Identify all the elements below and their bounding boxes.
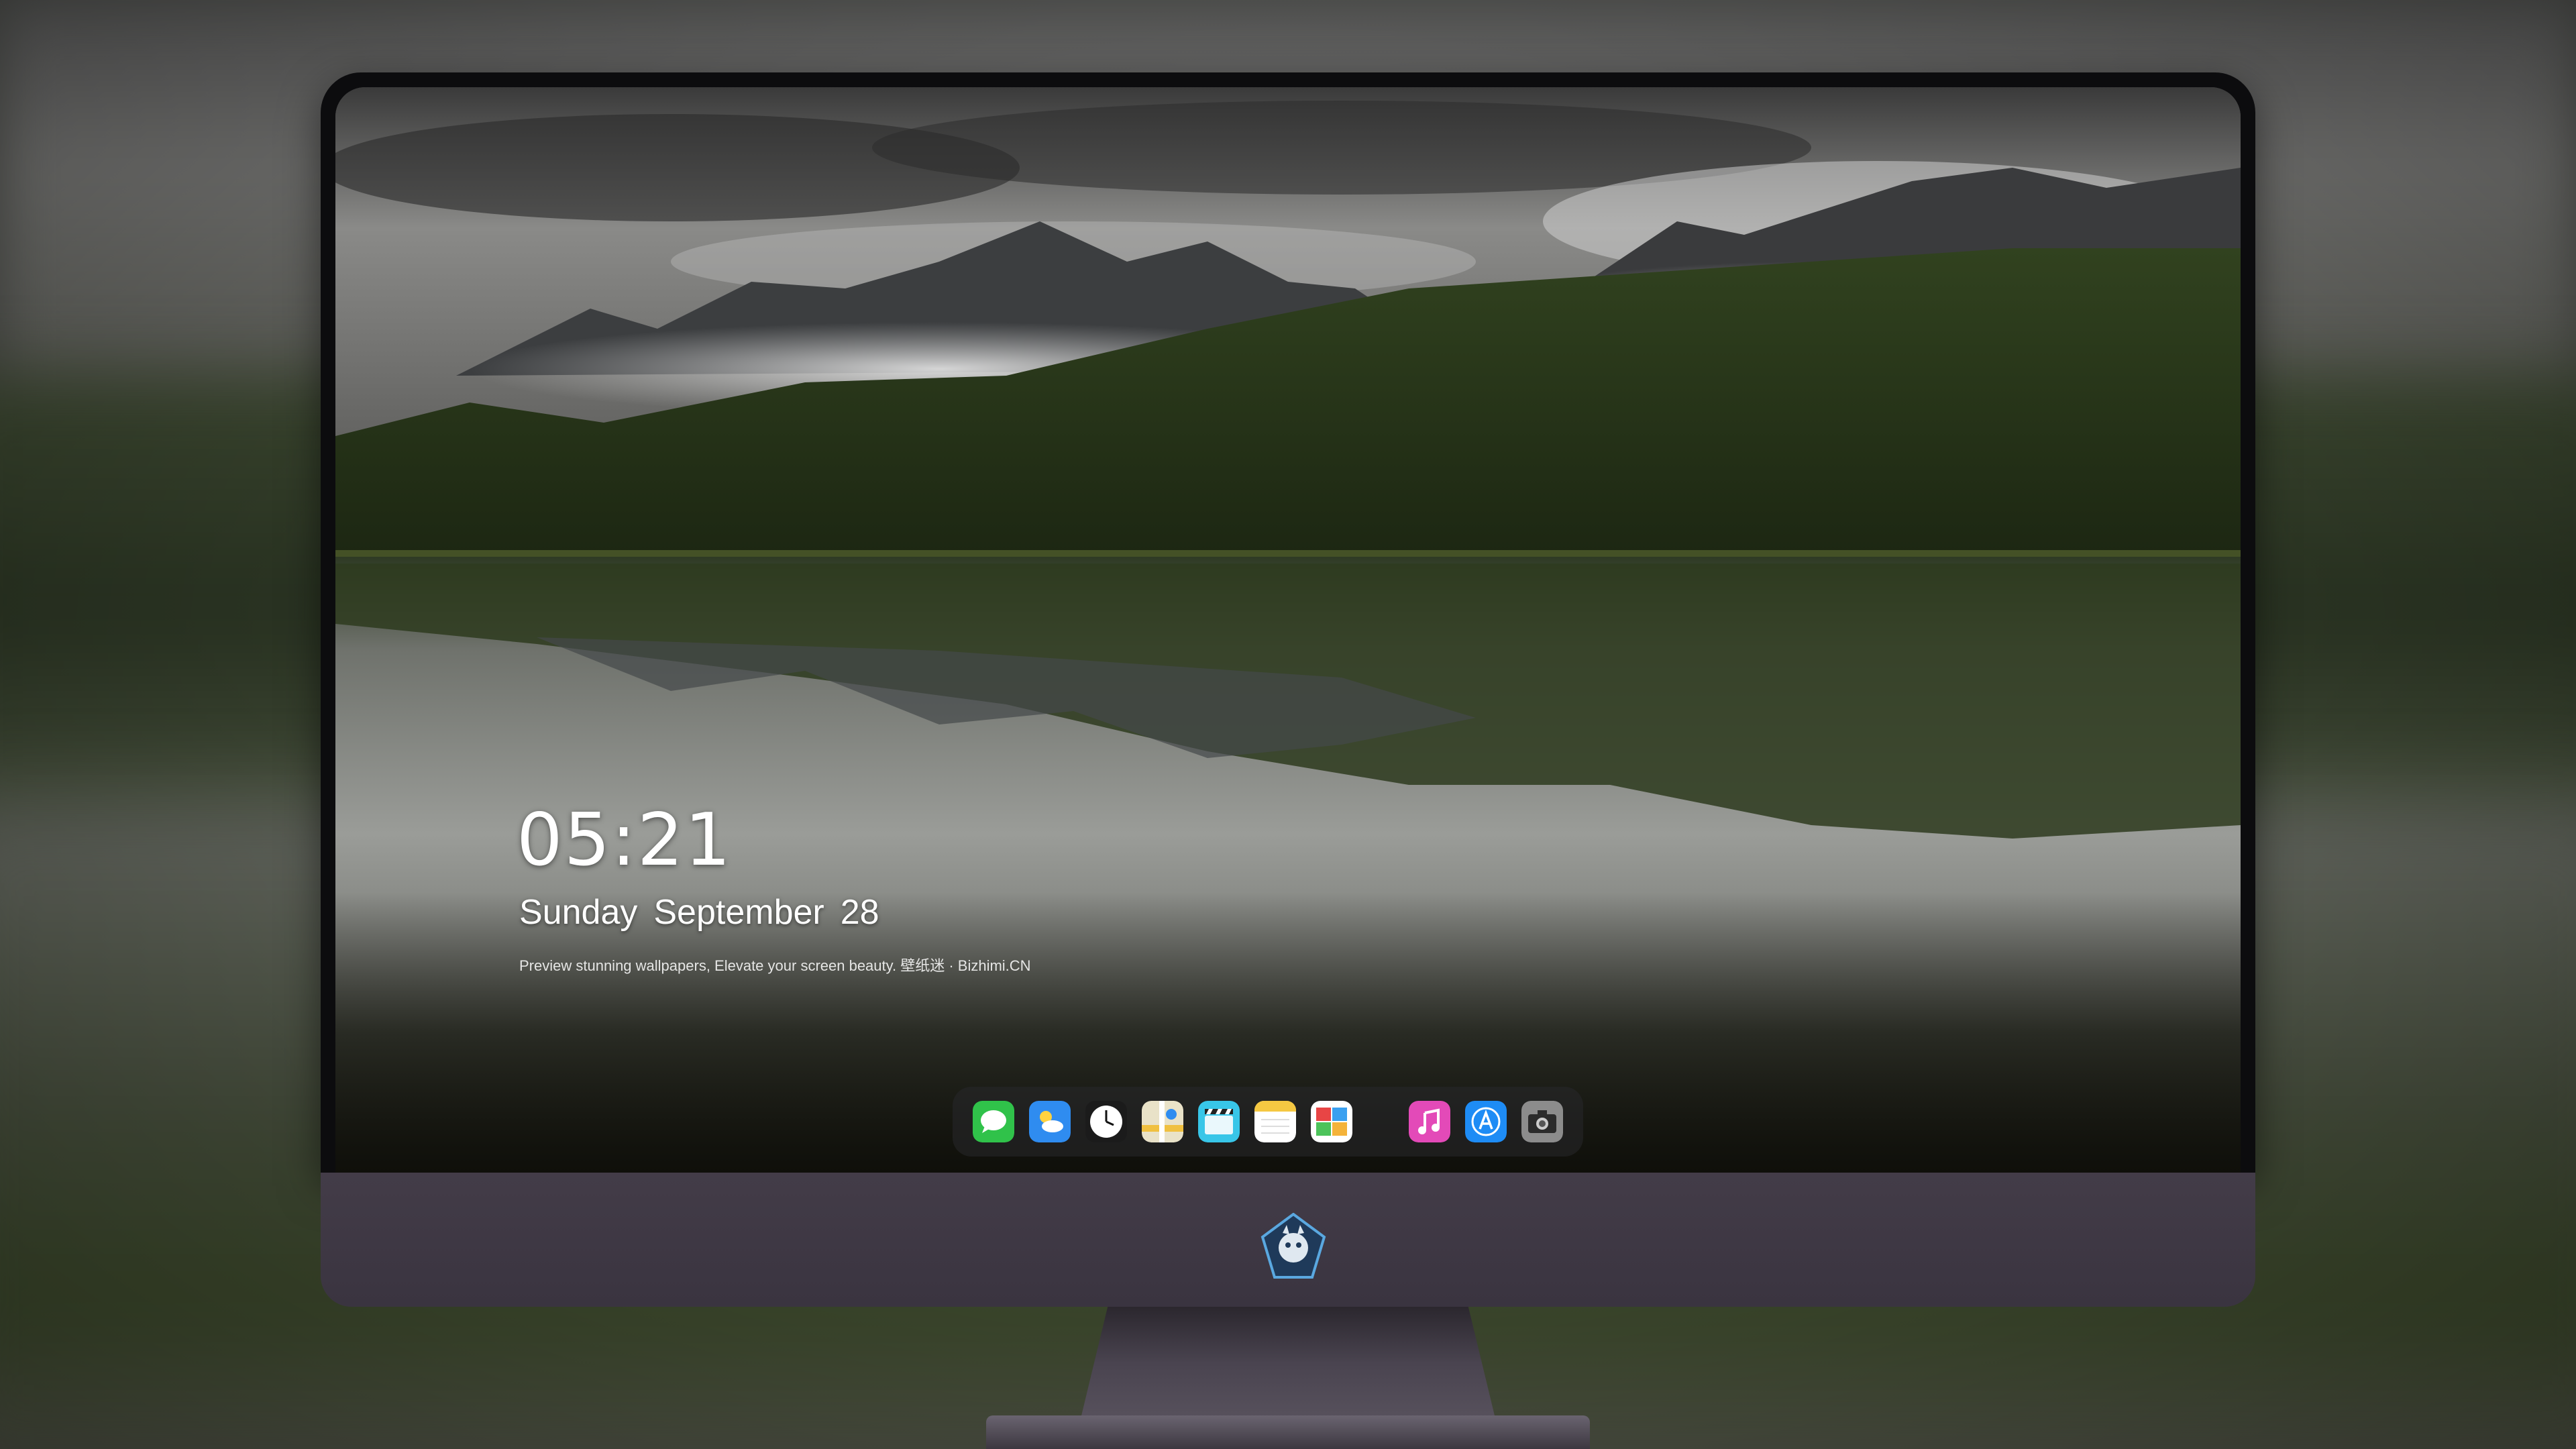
weather-icon[interactable] xyxy=(1029,1101,1071,1142)
clips-icon[interactable] xyxy=(1198,1101,1240,1142)
lock-date: Sunday September 28 xyxy=(519,892,896,932)
notes-icon[interactable] xyxy=(1254,1101,1296,1142)
music-icon[interactable] xyxy=(1409,1101,1450,1142)
date-month: September xyxy=(653,893,824,932)
date-day: 28 xyxy=(840,893,879,932)
maps-icon[interactable] xyxy=(1142,1101,1183,1142)
clock-icon[interactable] xyxy=(1085,1101,1127,1142)
messages-icon[interactable] xyxy=(973,1101,1014,1142)
lock-screen[interactable]: 05:21 Sunday September 28 Preview stunning… xyxy=(335,87,2241,1173)
wallpaper-tagline: Preview stunning wallpapers, Elevate you… xyxy=(519,957,1031,974)
date-weekday: Sunday xyxy=(519,893,638,932)
monitor-stand-base xyxy=(986,1415,1590,1449)
calendar-icon[interactable] xyxy=(1311,1101,1352,1142)
desktop-monitor: 05:21 Sunday September 28 Preview stunning… xyxy=(321,72,2255,1307)
monitor-bezel: 05:21 Sunday September 28 Preview stunning… xyxy=(321,72,2255,1173)
dragon-mascot-logo xyxy=(1260,1213,1326,1279)
wallpaper xyxy=(335,87,2241,1173)
lock-clock: 05:21 xyxy=(517,798,733,882)
camera-icon[interactable] xyxy=(1521,1101,1563,1142)
app-dock xyxy=(953,1087,1583,1157)
app-store-icon[interactable] xyxy=(1465,1101,1507,1142)
